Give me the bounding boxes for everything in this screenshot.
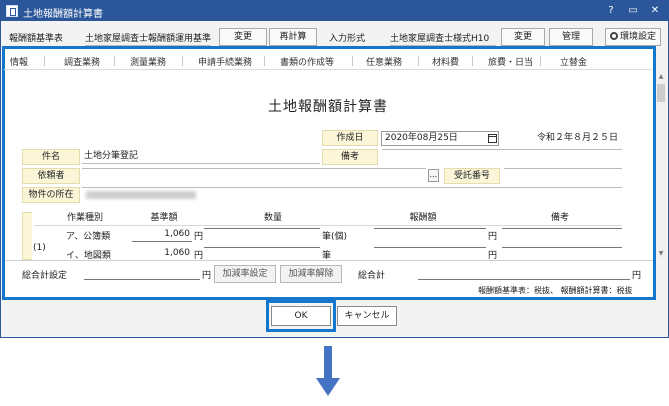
tab-separator	[472, 56, 473, 66]
property-location-label: 物件の所在	[22, 187, 80, 203]
tab-travel[interactable]: 旅費・日当	[488, 55, 533, 68]
vertical-scrollbar[interactable]: ▲ ▼	[656, 72, 666, 260]
base-table-value: 土地家屋調査士報酬額運用基準	[85, 31, 211, 46]
base-amount-field[interactable]: 1,060	[132, 247, 192, 261]
tab-separator	[540, 56, 541, 66]
arrow-head-icon	[316, 378, 340, 396]
work-type-header: 作業種別	[66, 213, 103, 223]
work-name: ア、公簿類	[66, 232, 111, 242]
help-icon[interactable]: ?	[603, 3, 619, 19]
remarks-label: 備考	[322, 149, 378, 165]
cancel-button[interactable]: キャンセル	[337, 306, 397, 326]
tab-info[interactable]: 情報	[10, 55, 28, 68]
total-setting-label: 総合計設定	[22, 271, 68, 281]
title-bar[interactable]: 土地報酬額計算書 ? ▭ ✕	[1, 1, 668, 21]
group-number: (1)	[33, 243, 46, 253]
recalculate-button[interactable]: 再計算	[269, 28, 317, 46]
content-highlight-frame	[2, 46, 656, 300]
case-name-label: 件名	[22, 149, 80, 165]
grand-total-label: 総合計	[358, 271, 386, 281]
tab-separator	[114, 56, 115, 66]
remarks-header: 備考	[550, 213, 569, 223]
group-cell	[22, 212, 32, 260]
redacted-location	[86, 191, 196, 199]
tab-separator	[182, 56, 183, 66]
app-icon	[6, 5, 18, 17]
tab-bar: 情報 調査業務 測量業務 申請手続業務 書類の作成等 任意業務 材料費 旅費・日…	[4, 52, 652, 70]
tax-note: 報酬額基準表：税抜、 報酬額計算書：税抜	[478, 286, 633, 295]
grand-total-field	[418, 266, 630, 280]
window-title: 土地報酬額計算書	[23, 9, 103, 20]
scroll-thumb[interactable]	[657, 84, 665, 102]
tab-measurement[interactable]: 測量業務	[130, 55, 166, 68]
client-lookup-button[interactable]: ...	[428, 169, 439, 182]
case-name-field[interactable]: 土地分筆登記	[82, 149, 320, 164]
fee-field[interactable]	[374, 228, 486, 229]
created-date-value: 2020年08月25日	[385, 133, 458, 143]
row-remarks-field[interactable]	[502, 247, 622, 248]
receipt-number-label: 受託番号	[444, 168, 500, 184]
client-label: 依頼者	[22, 168, 80, 184]
input-format-label: 入力形式	[329, 34, 366, 44]
total-setting-field[interactable]	[84, 266, 200, 280]
tab-advances[interactable]: 立替金	[560, 55, 587, 68]
created-date-wareki: 令和２年８月２５日	[536, 133, 618, 143]
quantity-header: 数量	[263, 213, 282, 223]
tab-separator	[264, 56, 265, 66]
maximize-icon[interactable]: ▭	[625, 3, 641, 19]
add-rate-clear-button[interactable]: 加減率解除	[280, 265, 342, 283]
input-format-value: 土地家屋調査士様式H10	[390, 31, 496, 46]
change-base-button[interactable]: 変更	[219, 28, 267, 46]
base-amount-header: 基準額	[150, 213, 178, 223]
quantity-field[interactable]	[204, 228, 320, 229]
quantity-unit: 筆(個)	[322, 232, 348, 242]
tab-optional[interactable]: 任意業務	[366, 55, 402, 68]
ok-button[interactable]: OK	[271, 306, 331, 326]
fee-unit: 円	[488, 232, 498, 242]
base-amount-field[interactable]: 1,060	[132, 228, 192, 242]
add-rate-set-button[interactable]: 加減率設定	[214, 265, 276, 283]
tab-materials[interactable]: 材料費	[432, 55, 459, 68]
change-format-button[interactable]: 変更	[501, 28, 545, 46]
arrow-down-icon	[324, 346, 332, 380]
tab-separator	[352, 56, 353, 66]
base-amount-unit: 円	[194, 232, 204, 242]
tab-survey[interactable]: 調査業務	[64, 55, 100, 68]
client-field[interactable]	[82, 168, 426, 169]
footer-separator	[5, 260, 653, 261]
document-title: 土地報酬額計算書	[268, 99, 388, 115]
case-name-value: 土地分筆登記	[84, 151, 139, 161]
environment-settings-label: 環境設定	[619, 32, 656, 42]
tab-separator	[44, 56, 45, 66]
manage-button[interactable]: 管理	[549, 28, 593, 46]
scroll-down-icon[interactable]: ▼	[657, 250, 665, 258]
row-remarks-field[interactable]	[502, 228, 622, 229]
quantity-field[interactable]	[204, 247, 320, 248]
total-setting-unit: 円	[202, 271, 212, 281]
calendar-icon[interactable]	[488, 134, 497, 143]
created-date-label: 作成日	[322, 130, 378, 146]
tab-application[interactable]: 申請手続業務	[198, 55, 252, 68]
grand-total-unit: 円	[632, 271, 642, 281]
remarks-field[interactable]	[382, 149, 622, 150]
gear-icon	[609, 32, 618, 40]
close-icon[interactable]: ✕	[647, 3, 663, 19]
environment-settings-button[interactable]: 環境設定	[605, 28, 661, 46]
fee-field[interactable]	[374, 247, 486, 248]
base-table-label: 報酬額基準表	[9, 34, 64, 44]
fee-header: 報酬額	[409, 213, 437, 223]
grid-header-line	[34, 225, 622, 226]
created-date-input[interactable]: 2020年08月25日	[381, 131, 499, 146]
receipt-number-field[interactable]	[504, 168, 622, 169]
property-location-field[interactable]	[82, 187, 622, 188]
tab-documents[interactable]: 書類の作成等	[280, 55, 334, 68]
tab-separator	[418, 56, 419, 66]
scroll-up-icon[interactable]: ▲	[657, 73, 665, 81]
